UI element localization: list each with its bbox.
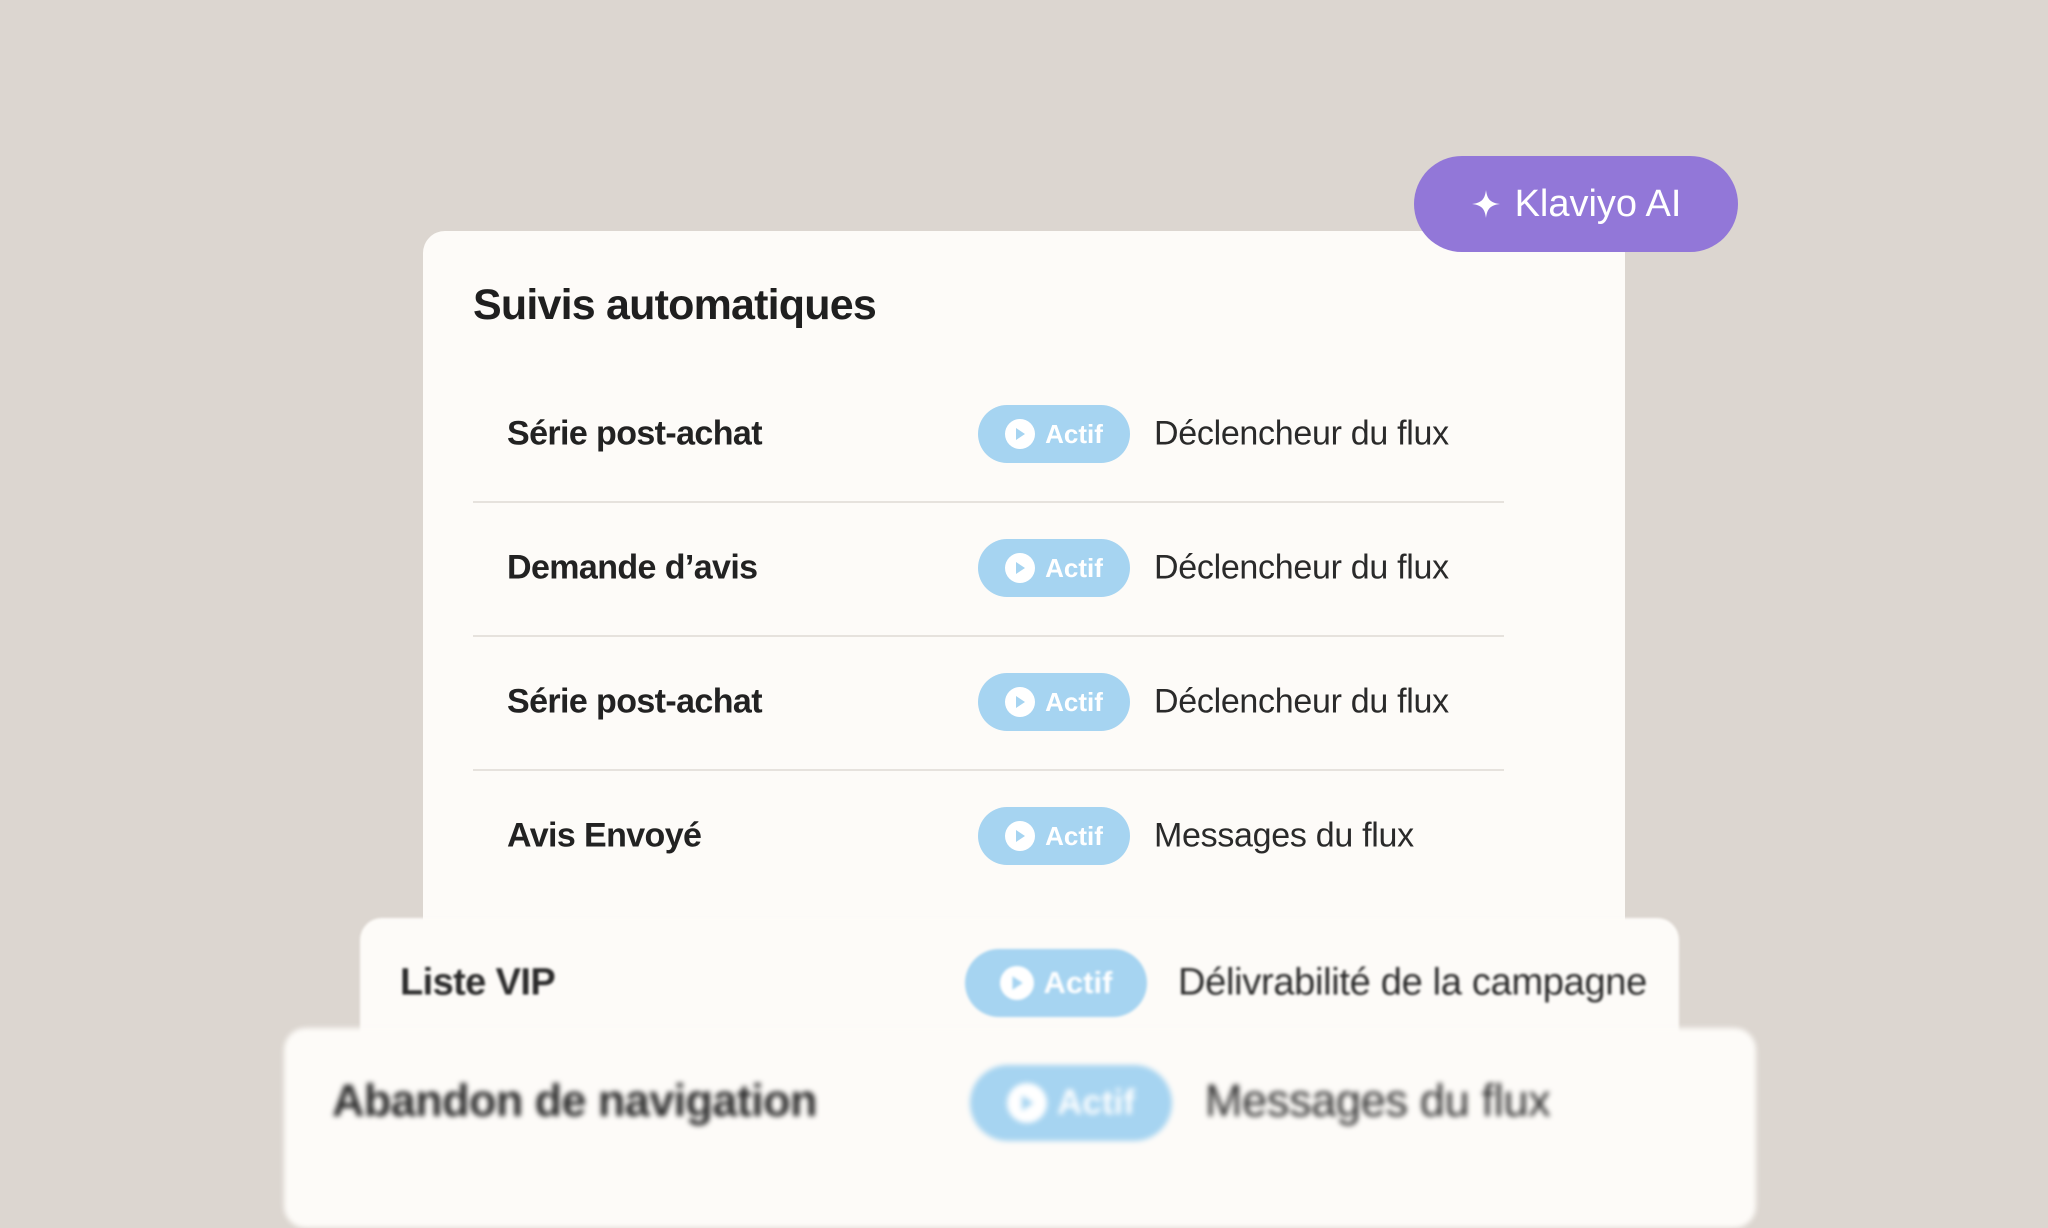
play-icon bbox=[1005, 821, 1036, 851]
flow-name: Série post-achat bbox=[507, 414, 763, 453]
flow-name: Série post-achat bbox=[507, 682, 763, 721]
card-title: Suivis automatiques bbox=[473, 281, 877, 329]
flow-detail: Messages du flux bbox=[1205, 1075, 1551, 1126]
flow-name: Liste VIP bbox=[400, 961, 556, 1004]
flow-name: Demande d’avis bbox=[507, 548, 758, 587]
list-item[interactable]: Série post-achat Actif Déclencheur du fl… bbox=[473, 367, 1504, 503]
flow-detail: Déclencheur du flux bbox=[1154, 682, 1449, 721]
list-item[interactable]: Avis Envoyé Actif Messages du flux bbox=[473, 769, 1504, 903]
status-badge[interactable]: Actif bbox=[978, 539, 1130, 597]
status-badge[interactable]: Actif bbox=[978, 673, 1130, 731]
play-icon bbox=[1007, 1083, 1048, 1123]
status-label: Actif bbox=[1057, 1083, 1135, 1122]
status-badge: Actif bbox=[965, 949, 1147, 1017]
flow-name: Abandon de navigation bbox=[332, 1075, 818, 1126]
flow-detail: Messages du flux bbox=[1154, 816, 1414, 855]
flow-detail: Déclencheur du flux bbox=[1154, 414, 1449, 453]
status-badge: Actif bbox=[970, 1065, 1172, 1141]
status-label: Actif bbox=[1045, 820, 1103, 851]
play-icon bbox=[1005, 687, 1036, 717]
play-icon bbox=[999, 966, 1034, 1000]
status-label: Actif bbox=[1045, 552, 1103, 583]
status-badge[interactable]: Actif bbox=[978, 807, 1130, 865]
flow-detail: Déclencheur du flux bbox=[1154, 548, 1449, 587]
klaviyo-ai-button[interactable]: Klaviyo AI bbox=[1414, 156, 1738, 252]
list-item[interactable]: Demande d’avis Actif Déclencheur du flux bbox=[473, 501, 1504, 637]
flow-name: Avis Envoyé bbox=[507, 816, 702, 855]
play-icon bbox=[1005, 419, 1036, 449]
list-item[interactable]: Série post-achat Actif Déclencheur du fl… bbox=[473, 635, 1504, 771]
play-icon bbox=[1005, 553, 1036, 583]
status-label: Actif bbox=[1045, 686, 1103, 717]
status-label: Actif bbox=[1045, 418, 1103, 449]
flow-detail: Délivrabilité de la campagne bbox=[1178, 961, 1647, 1004]
ai-button-label: Klaviyo AI bbox=[1514, 182, 1682, 225]
background-card-browse-abandonment: Abandon de navigation Actif Messages du … bbox=[284, 1028, 1756, 1228]
status-label: Actif bbox=[1043, 965, 1113, 1000]
sparkle-icon bbox=[1471, 189, 1501, 219]
status-badge[interactable]: Actif bbox=[978, 405, 1130, 463]
